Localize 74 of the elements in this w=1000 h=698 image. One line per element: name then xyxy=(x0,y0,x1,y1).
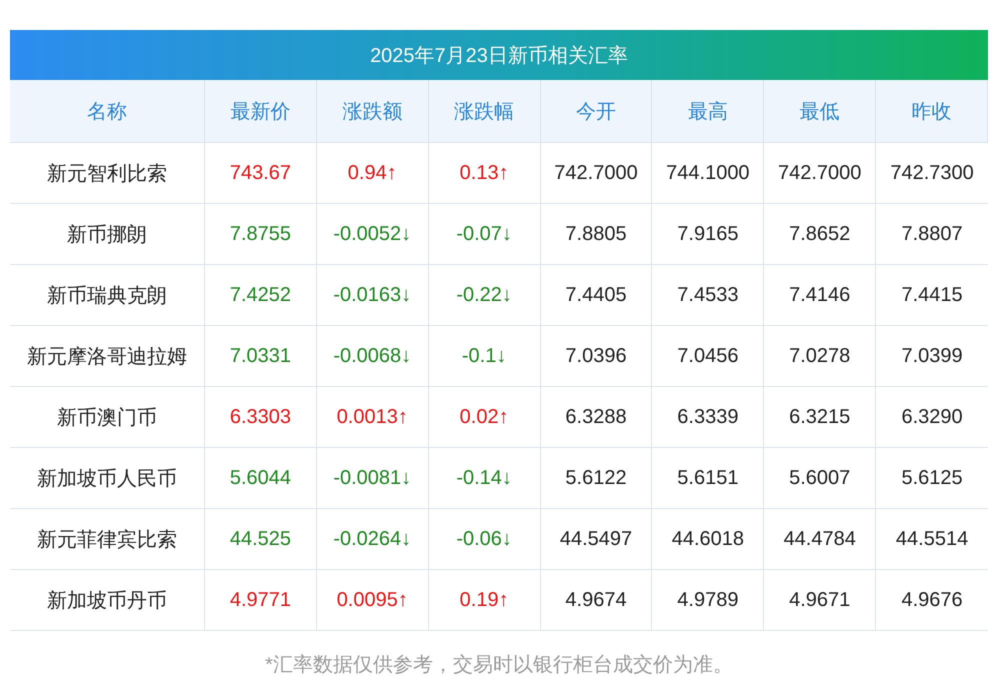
table-cell: 新加坡币人民币 xyxy=(10,447,205,508)
table-cell: 新币澳门币 xyxy=(10,386,205,447)
table-cell: 7.0331 xyxy=(205,325,317,386)
table-cell: 44.525 xyxy=(205,508,317,569)
column-header: 涨跌幅 xyxy=(428,80,541,142)
table-cell: 7.8807 xyxy=(876,203,988,264)
table-cell: 4.9674 xyxy=(540,569,652,630)
table-cell: -0.0052↓ xyxy=(316,203,429,264)
table-cell: 6.3290 xyxy=(876,386,988,447)
table-cell: 5.6125 xyxy=(876,447,988,508)
column-header: 今开 xyxy=(540,80,652,142)
table-cell: 7.4415 xyxy=(876,264,988,325)
table-cell: 44.6018 xyxy=(652,508,764,569)
table-cell: -0.07↓ xyxy=(428,203,541,264)
column-header: 名称 xyxy=(10,80,205,142)
table-cell: 742.7000 xyxy=(540,142,652,203)
table-cell: 743.67 xyxy=(205,142,317,203)
table-cell: 5.6151 xyxy=(652,447,764,508)
table-cell: 新币瑞典克朗 xyxy=(10,264,205,325)
footnote: *汇率数据仅供参考，交易时以银行柜台成交价为准。 xyxy=(264,653,734,678)
table-cell: 新元摩洛哥迪拉姆 xyxy=(10,325,205,386)
column-header: 最新价 xyxy=(205,80,317,142)
table-cell: 0.13↑ xyxy=(428,142,541,203)
table-cell: 7.0456 xyxy=(652,325,764,386)
table-cell: 6.3303 xyxy=(205,386,317,447)
table-cell: 0.19↑ xyxy=(428,569,541,630)
table-cell: 4.9789 xyxy=(652,569,764,630)
table-cell: 44.5497 xyxy=(540,508,652,569)
table-cell: 742.7300 xyxy=(876,142,988,203)
table-cell: -0.06↓ xyxy=(428,508,541,569)
table-cell: 6.3288 xyxy=(540,386,652,447)
table-cell: 4.9771 xyxy=(205,569,317,630)
table-cell: -0.14↓ xyxy=(428,447,541,508)
column-header: 涨跌额 xyxy=(316,80,429,142)
table-cell: -0.0264↓ xyxy=(316,508,429,569)
table-cell: 6.3215 xyxy=(764,386,876,447)
table-cell: 0.02↑ xyxy=(428,386,541,447)
table-cell: -0.0081↓ xyxy=(316,447,429,508)
table-cell: 6.3339 xyxy=(652,386,764,447)
table-cell: 744.1000 xyxy=(652,142,764,203)
table-cell: 7.8755 xyxy=(205,203,317,264)
table-cell: 44.5514 xyxy=(876,508,988,569)
table-cell: 7.0399 xyxy=(876,325,988,386)
table-cell: 7.4252 xyxy=(205,264,317,325)
table-cell: 新币挪朗 xyxy=(10,203,205,264)
table-cell: 44.4784 xyxy=(764,508,876,569)
table-cell: 742.7000 xyxy=(764,142,876,203)
table-cell: 7.4405 xyxy=(540,264,652,325)
column-header: 昨收 xyxy=(876,80,988,142)
table-cell: 7.8805 xyxy=(540,203,652,264)
column-header: 最低 xyxy=(764,80,876,142)
table-cell: -0.1↓ xyxy=(428,325,541,386)
table-cell: 7.0278 xyxy=(764,325,876,386)
table-cell: 7.4146 xyxy=(764,264,876,325)
table-cell: 0.0013↑ xyxy=(316,386,429,447)
table-cell: 4.9676 xyxy=(876,569,988,630)
table-cell: 7.0396 xyxy=(540,325,652,386)
table-cell: -0.22↓ xyxy=(428,264,541,325)
table-cell: -0.0068↓ xyxy=(316,325,429,386)
table-cell: 0.94↑ xyxy=(316,142,429,203)
table-cell: 新元智利比索 xyxy=(10,142,205,203)
table-cell: 0.0095↑ xyxy=(316,569,429,630)
table-cell: 7.9165 xyxy=(652,203,764,264)
table-cell: 5.6122 xyxy=(540,447,652,508)
table-cell: 新元菲律宾比索 xyxy=(10,508,205,569)
table-cell: 4.9671 xyxy=(764,569,876,630)
table-cell: 7.8652 xyxy=(764,203,876,264)
table-cell: 新加坡币丹币 xyxy=(10,569,205,630)
table-cell: -0.0163↓ xyxy=(316,264,429,325)
table-cell: 7.4533 xyxy=(652,264,764,325)
table-cell: 5.6007 xyxy=(764,447,876,508)
column-header: 最高 xyxy=(652,80,764,142)
table-title: 2025年7月23日新币相关汇率 xyxy=(10,30,988,80)
table-cell: 5.6044 xyxy=(205,447,317,508)
